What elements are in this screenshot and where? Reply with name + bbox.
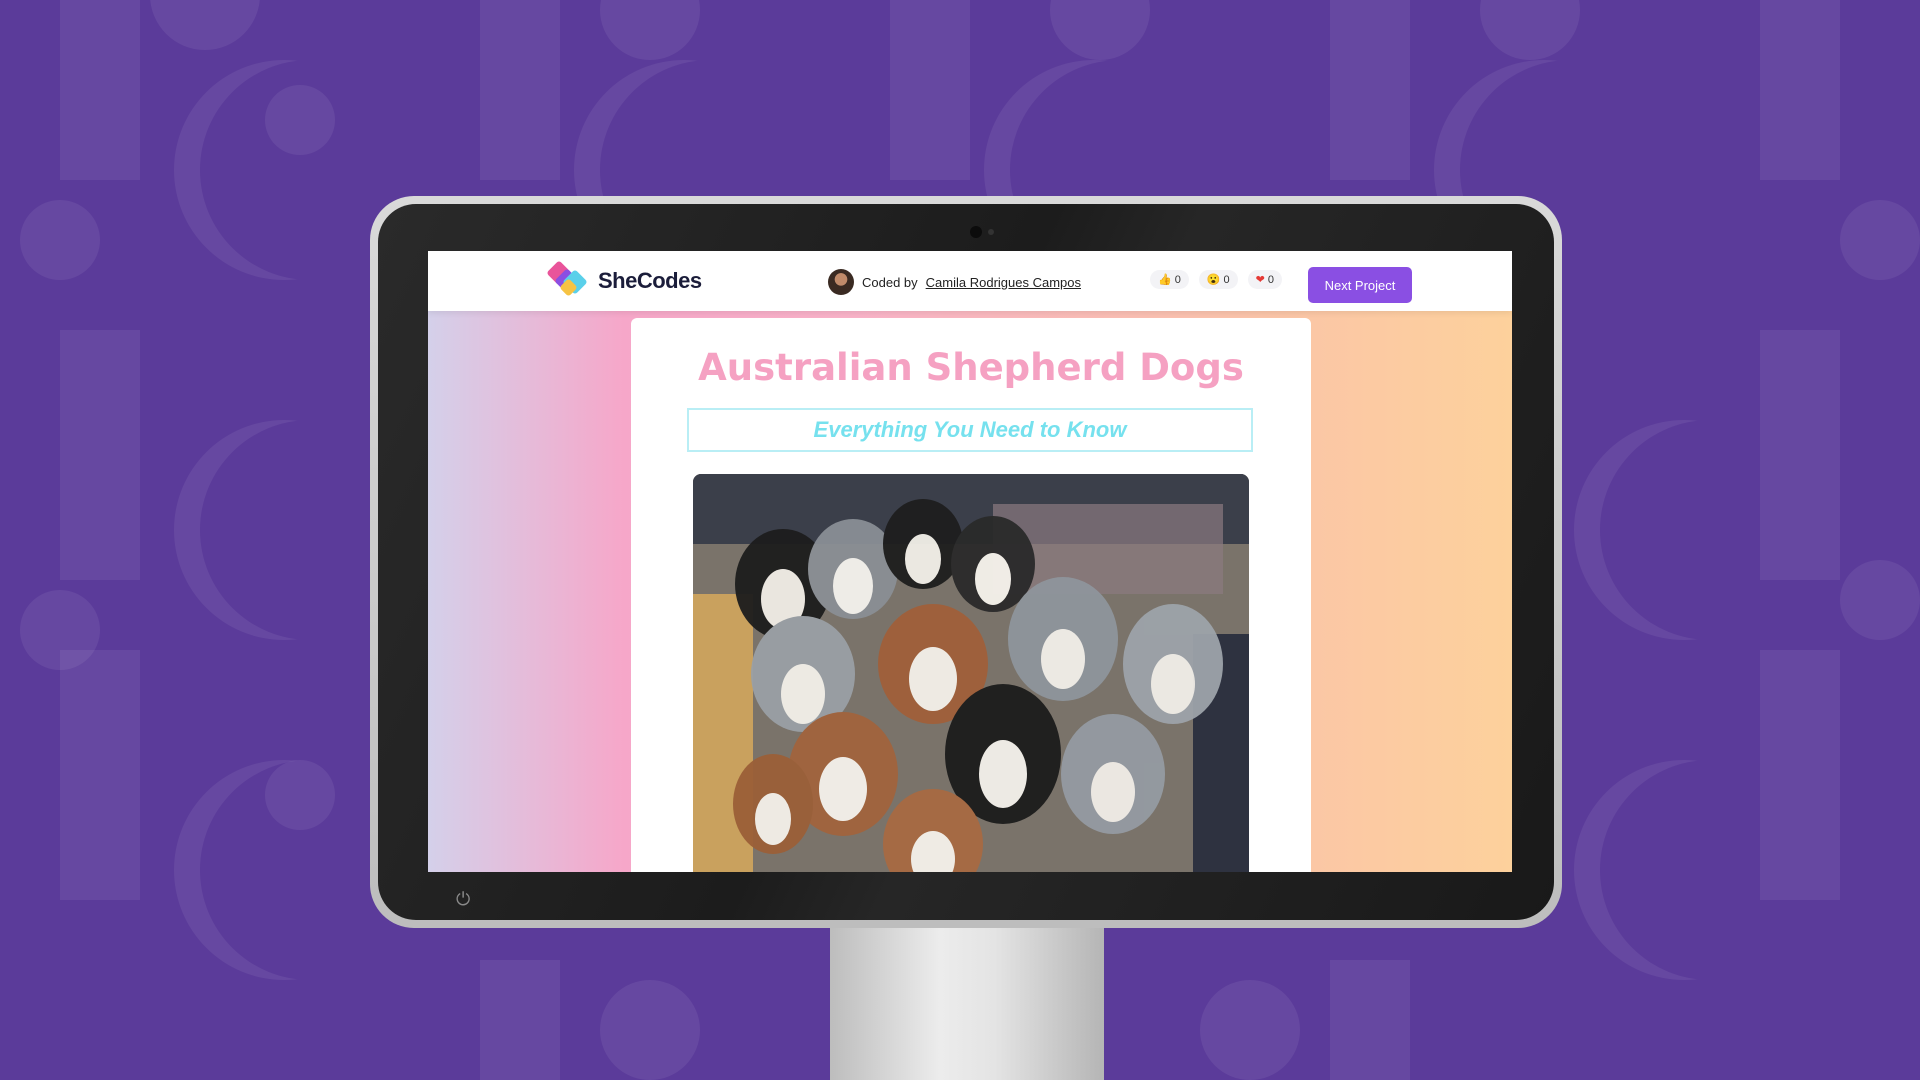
author-link[interactable]: Camila Rodrigues Campos: [926, 275, 1081, 290]
dogs-photo-graphic: [693, 474, 1249, 872]
header-bar: SheCodes Coded by Camila Rodrigues Campo…: [428, 251, 1512, 311]
reaction-count: 0: [1174, 273, 1181, 286]
content-card: Australian Shepherd Dogs Everything You …: [631, 318, 1311, 872]
avatar: [828, 269, 854, 295]
screen: SheCodes Coded by Camila Rodrigues Campo…: [428, 251, 1512, 872]
reactions: 👍 0 😮 0 ❤ 0: [1150, 270, 1282, 289]
shecodes-logo-icon: [546, 260, 590, 301]
heart-icon: ❤: [1255, 274, 1265, 286]
author-credit: Coded by Camila Rodrigues Campos: [828, 269, 1081, 295]
power-icon[interactable]: ⏻: [456, 890, 474, 908]
logo-text: SheCodes: [598, 268, 702, 293]
reaction-heart[interactable]: ❤ 0: [1247, 270, 1282, 289]
camera-sensor: [988, 229, 994, 235]
reaction-wow[interactable]: 😮 0: [1198, 270, 1238, 289]
camera-icon: [970, 226, 982, 238]
dogs-photo: [693, 474, 1249, 872]
page-title: Australian Shepherd Dogs: [698, 346, 1244, 389]
subtitle-box: Everything You Need to Know: [687, 408, 1253, 452]
thumbs-up-icon: 👍: [1158, 274, 1172, 286]
next-project-button[interactable]: Next Project: [1308, 267, 1412, 303]
page-subtitle: Everything You Need to Know: [813, 417, 1127, 442]
shecodes-logo[interactable]: SheCodes: [546, 260, 702, 301]
reaction-count: 0: [1267, 273, 1274, 286]
coded-by-label: Coded by: [862, 274, 918, 290]
reaction-thumbs-up[interactable]: 👍 0: [1150, 270, 1189, 289]
wow-face-icon: 😮: [1206, 274, 1221, 286]
monitor-stand: [830, 928, 1104, 1080]
reaction-count: 0: [1223, 273, 1230, 286]
